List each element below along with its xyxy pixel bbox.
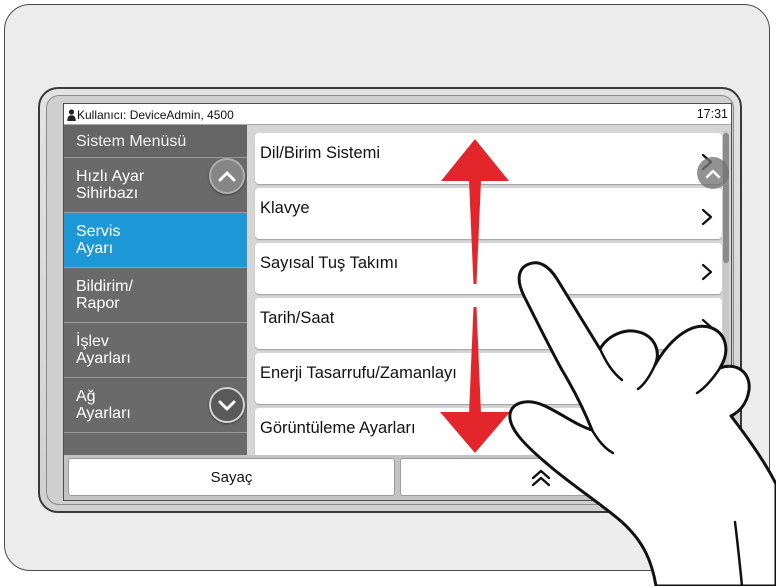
sidebar-item-function-settings[interactable]: İşlev Ayarları (64, 323, 247, 377)
page: Kullanıcı: DeviceAdmin, 4500 17:31 Siste… (0, 0, 776, 586)
list-item-language-unit[interactable]: Dil/Birim Sistemi (255, 133, 722, 184)
counter-button-label: Sayaç (210, 468, 253, 486)
list-item-label: Dil/Birim Sistemi (260, 144, 381, 162)
sidebar-item-label: Rapor (76, 295, 120, 312)
sidebar-title: Sistem Menüsü (64, 125, 247, 157)
list-item-label: Görüntüleme Ayarları (260, 419, 416, 437)
bottom-bar: Sayaç (64, 455, 731, 500)
list-item-label: Tarih/Saat (260, 309, 335, 327)
settings-list: Dil/Birim Sistemi Klavye Sayısal Tuş Tak… (247, 125, 731, 455)
sidebar: Sistem Menüsü Hızlı Ayar Sihirbazı Servi… (64, 125, 247, 455)
sidebar-item-label: Bildirim/ (76, 278, 133, 295)
list-item-numeric-keypad[interactable]: Sayısal Tuş Takımı (255, 243, 722, 294)
chevron-right-icon (701, 318, 713, 336)
list-item-label: Sayısal Tuş Takımı (260, 254, 399, 272)
sidebar-item-label: Ayarı (76, 240, 114, 257)
sidebar-item-partial[interactable] (64, 433, 247, 455)
list-item-label: Klavye (260, 199, 310, 217)
collapse-button[interactable] (400, 458, 682, 496)
sidebar-scroll-up-button[interactable] (209, 158, 245, 194)
list-scrollbar-thumb[interactable] (723, 133, 729, 263)
chevron-right-icon (701, 373, 713, 391)
chevron-right-icon (701, 428, 713, 446)
chevron-right-icon (701, 263, 713, 281)
sidebar-scroll-down-button[interactable] (209, 387, 245, 423)
sidebar-item-service-settings[interactable]: Servis Ayarı (64, 213, 247, 267)
sidebar-item-label: Ayarları (76, 350, 131, 367)
list-item-keyboard[interactable]: Klavye (255, 188, 722, 239)
user-info: Kullanıcı: DeviceAdmin, 4500 (77, 108, 234, 122)
chevron-right-icon (701, 208, 713, 226)
sidebar-item-label: Servis (76, 223, 121, 240)
list-item-label: Enerji Tasarrufu/Zamanlayı (260, 364, 457, 382)
list-item-display-settings[interactable]: Görüntüleme Ayarları (255, 408, 722, 455)
sidebar-item-report[interactable]: Bildirim/ Rapor (64, 268, 247, 322)
double-chevron-up-icon (531, 469, 551, 486)
chevron-down-icon (218, 400, 236, 411)
clock: 17:31 (696, 107, 728, 121)
list-item-energy-saver-timer[interactable]: Enerji Tasarrufu/Zamanlayı (255, 353, 722, 404)
chevron-up-icon (705, 169, 721, 178)
touch-screen: Kullanıcı: DeviceAdmin, 4500 17:31 Siste… (64, 104, 731, 500)
counter-button[interactable]: Sayaç (68, 458, 395, 496)
chevron-up-icon (218, 171, 236, 182)
list-item-date-time[interactable]: Tarih/Saat (255, 298, 722, 349)
status-bar: Kullanıcı: DeviceAdmin, 4500 17:31 (64, 104, 731, 125)
user-icon (67, 108, 76, 121)
sidebar-item-label: İşlev (76, 333, 109, 350)
list-scroll-up-button[interactable] (697, 157, 729, 189)
